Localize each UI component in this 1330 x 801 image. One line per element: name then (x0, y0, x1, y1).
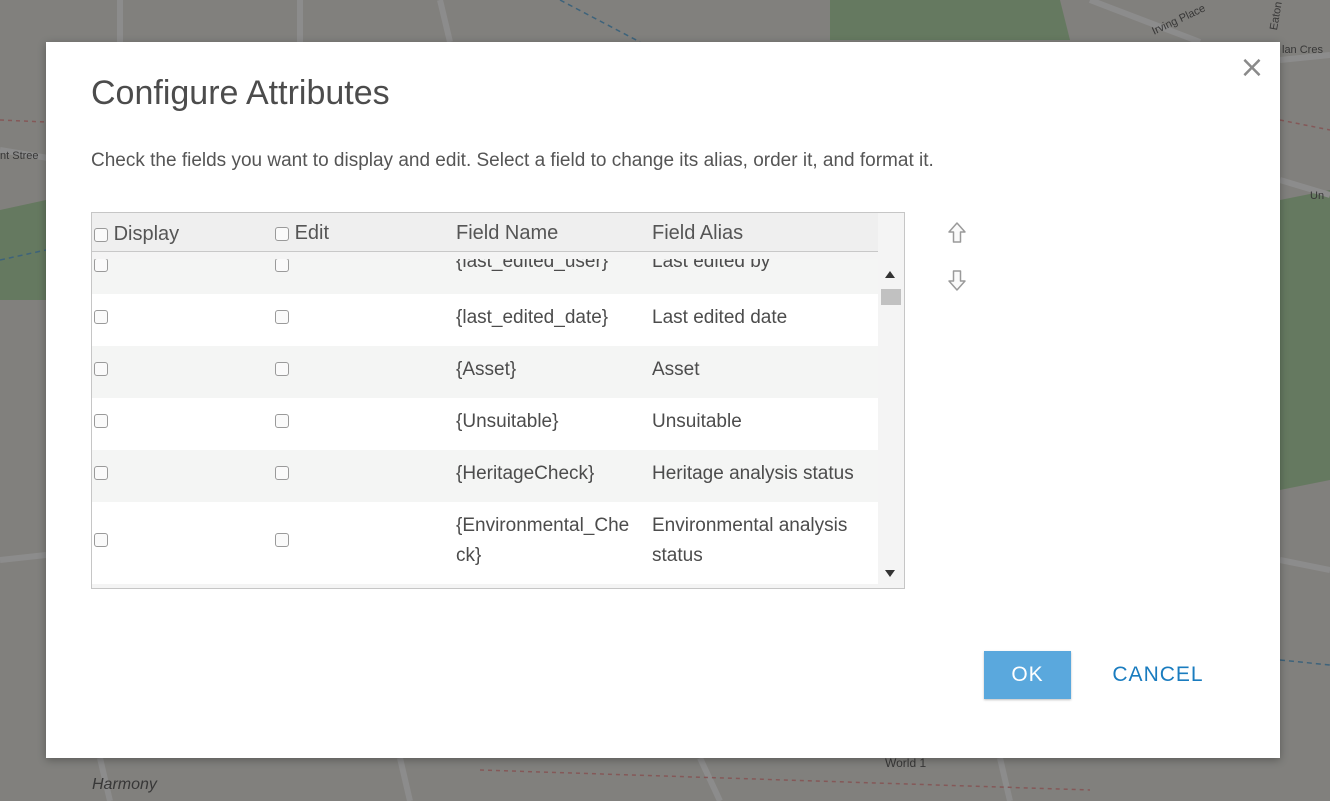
display-checkbox[interactable] (94, 259, 108, 272)
field-name: {last_edited_user} (456, 259, 609, 272)
display-checkbox[interactable] (94, 413, 108, 428)
scrollbar-thumb[interactable] (881, 289, 901, 305)
table-header: Display Edit Field Name Field Alias (92, 213, 878, 252)
table-row[interactable]: {Environmental_Che ck} Environmental ana… (92, 502, 878, 584)
field-alias: Heritage analysis status (652, 463, 854, 484)
select-all-display-checkbox[interactable] (94, 227, 108, 242)
table-body: {last_edited_user} Last edited by {last_… (92, 259, 878, 585)
field-name: {last_edited_date} (456, 307, 609, 328)
display-checkbox[interactable] (94, 309, 108, 324)
field-name: {Unsuitable} (456, 411, 559, 432)
edit-checkbox[interactable] (275, 465, 289, 480)
edit-checkbox[interactable] (275, 532, 289, 547)
arrow-up-icon[interactable] (946, 220, 968, 246)
header-display: Display (94, 223, 179, 246)
header-edit-label: Edit (294, 222, 330, 244)
display-checkbox[interactable] (94, 465, 108, 480)
edit-checkbox[interactable] (275, 413, 289, 428)
field-alias-line: Environmental analysis (652, 515, 848, 536)
dialog-title: Configure Attributes (91, 74, 390, 112)
field-alias-line: status (652, 545, 703, 566)
select-all-edit-checkbox[interactable] (275, 226, 289, 241)
header-edit: Edit (275, 222, 329, 245)
field-alias: Unsuitable (652, 411, 742, 432)
ok-button[interactable]: OK (984, 651, 1071, 699)
field-name: {Asset} (456, 359, 517, 380)
header-field-alias: Field Alias (652, 222, 744, 244)
field-alias: Last edited date (652, 307, 788, 328)
header-field-name: Field Name (456, 222, 559, 244)
table-row[interactable]: {last_edited_date} Last edited date (92, 294, 878, 346)
field-name: {HeritageCheck} (456, 463, 595, 484)
field-name-line: {Environmental_Che (456, 515, 630, 536)
instructions-text: Check the fields you want to display and… (91, 150, 934, 171)
close-icon[interactable]: × (1238, 53, 1266, 83)
table-row[interactable]: {Unsuitable} Unsuitable (92, 398, 878, 450)
attributes-table: Display Edit Field Name Field Alias {las… (91, 212, 905, 589)
arrow-down-icon[interactable] (946, 267, 968, 293)
vertical-scrollbar[interactable] (879, 259, 903, 585)
scroll-down-arrow-icon[interactable] (885, 570, 895, 577)
edit-checkbox[interactable] (275, 361, 289, 376)
display-checkbox[interactable] (94, 361, 108, 376)
header-display-label: Display (113, 223, 180, 245)
table-row[interactable]: {HeritageCheck} Heritage analysis status (92, 450, 878, 502)
edit-checkbox[interactable] (275, 259, 289, 272)
table-row[interactable]: {Asset} Asset (92, 346, 878, 398)
field-alias: Environmental analysis status (652, 511, 847, 571)
scroll-up-arrow-icon[interactable] (885, 271, 895, 278)
table-row[interactable]: {last_edited_user} Last edited by (92, 259, 878, 294)
cancel-button[interactable]: CANCEL (1096, 651, 1220, 699)
field-alias: Last edited by (652, 259, 771, 272)
field-name: {Environmental_Che ck} (456, 511, 629, 571)
display-checkbox[interactable] (94, 532, 108, 547)
configure-attributes-dialog: × Configure Attributes Check the fields … (46, 42, 1280, 758)
field-alias: Asset (652, 359, 700, 380)
field-name-line: ck} (456, 545, 482, 566)
edit-checkbox[interactable] (275, 309, 289, 324)
